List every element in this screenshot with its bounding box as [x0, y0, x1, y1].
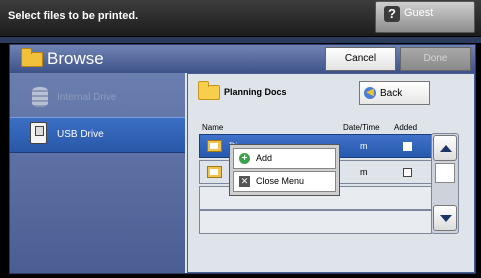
scrollbar[interactable]: [431, 133, 459, 234]
menu-item-label: Close Menu: [256, 176, 305, 186]
drive-label: Internal Drive: [57, 92, 117, 103]
back-arrow-icon: ◀: [364, 87, 376, 99]
menu-item-close[interactable]: ✕ Close Menu: [233, 171, 336, 192]
file-time: m: [360, 167, 368, 177]
add-icon: +: [239, 153, 250, 164]
browse-header: Browse Cancel Done: [10, 45, 475, 73]
column-header-added[interactable]: Added: [394, 123, 417, 132]
back-label: Back: [380, 88, 403, 99]
document-icon: [207, 166, 222, 178]
arrow-down-icon: [440, 215, 452, 222]
guest-button[interactable]: ? Guest: [375, 1, 475, 33]
hard-disk-icon: [32, 87, 48, 107]
menu-item-label: Add: [256, 153, 273, 163]
scroll-up-button[interactable]: [433, 135, 457, 161]
context-menu: + Add ✕ Close Menu: [229, 144, 340, 196]
document-icon: [207, 140, 222, 152]
done-button[interactable]: Done: [400, 47, 471, 71]
current-folder-name: Planning Docs: [224, 87, 287, 97]
close-icon: ✕: [239, 176, 250, 187]
top-status-bar: Select files to be printed. ? Guest: [0, 0, 481, 36]
cancel-button[interactable]: Cancel: [325, 47, 396, 71]
folder-icon: [198, 81, 220, 100]
column-header-name[interactable]: Name: [202, 123, 223, 132]
status-message: Select files to be printed.: [8, 10, 139, 22]
file-time: m: [360, 141, 368, 151]
separator-stripe: [0, 37, 481, 43]
drive-list: Internal Drive USB Drive: [10, 73, 185, 273]
empty-row: [199, 210, 432, 234]
menu-item-add[interactable]: + Add: [233, 148, 336, 169]
page-title: Browse: [47, 49, 104, 68]
guest-label: Guest: [404, 7, 434, 19]
added-checkbox[interactable]: [403, 142, 412, 151]
arrow-up-icon: [440, 145, 452, 152]
column-header-datetime[interactable]: Date/Time: [343, 123, 380, 132]
drive-label: USB Drive: [57, 129, 104, 140]
scroll-thumb[interactable]: [435, 163, 455, 183]
browse-folder-icon: [21, 48, 43, 67]
drive-item-usb[interactable]: USB Drive: [10, 117, 185, 153]
question-icon: ?: [384, 6, 400, 22]
back-button[interactable]: ◀ Back: [359, 81, 430, 105]
usb-drive-icon: [30, 122, 47, 144]
drive-item-internal: Internal Drive: [10, 81, 185, 117]
scroll-down-button[interactable]: [433, 205, 457, 231]
added-checkbox[interactable]: [403, 168, 412, 177]
